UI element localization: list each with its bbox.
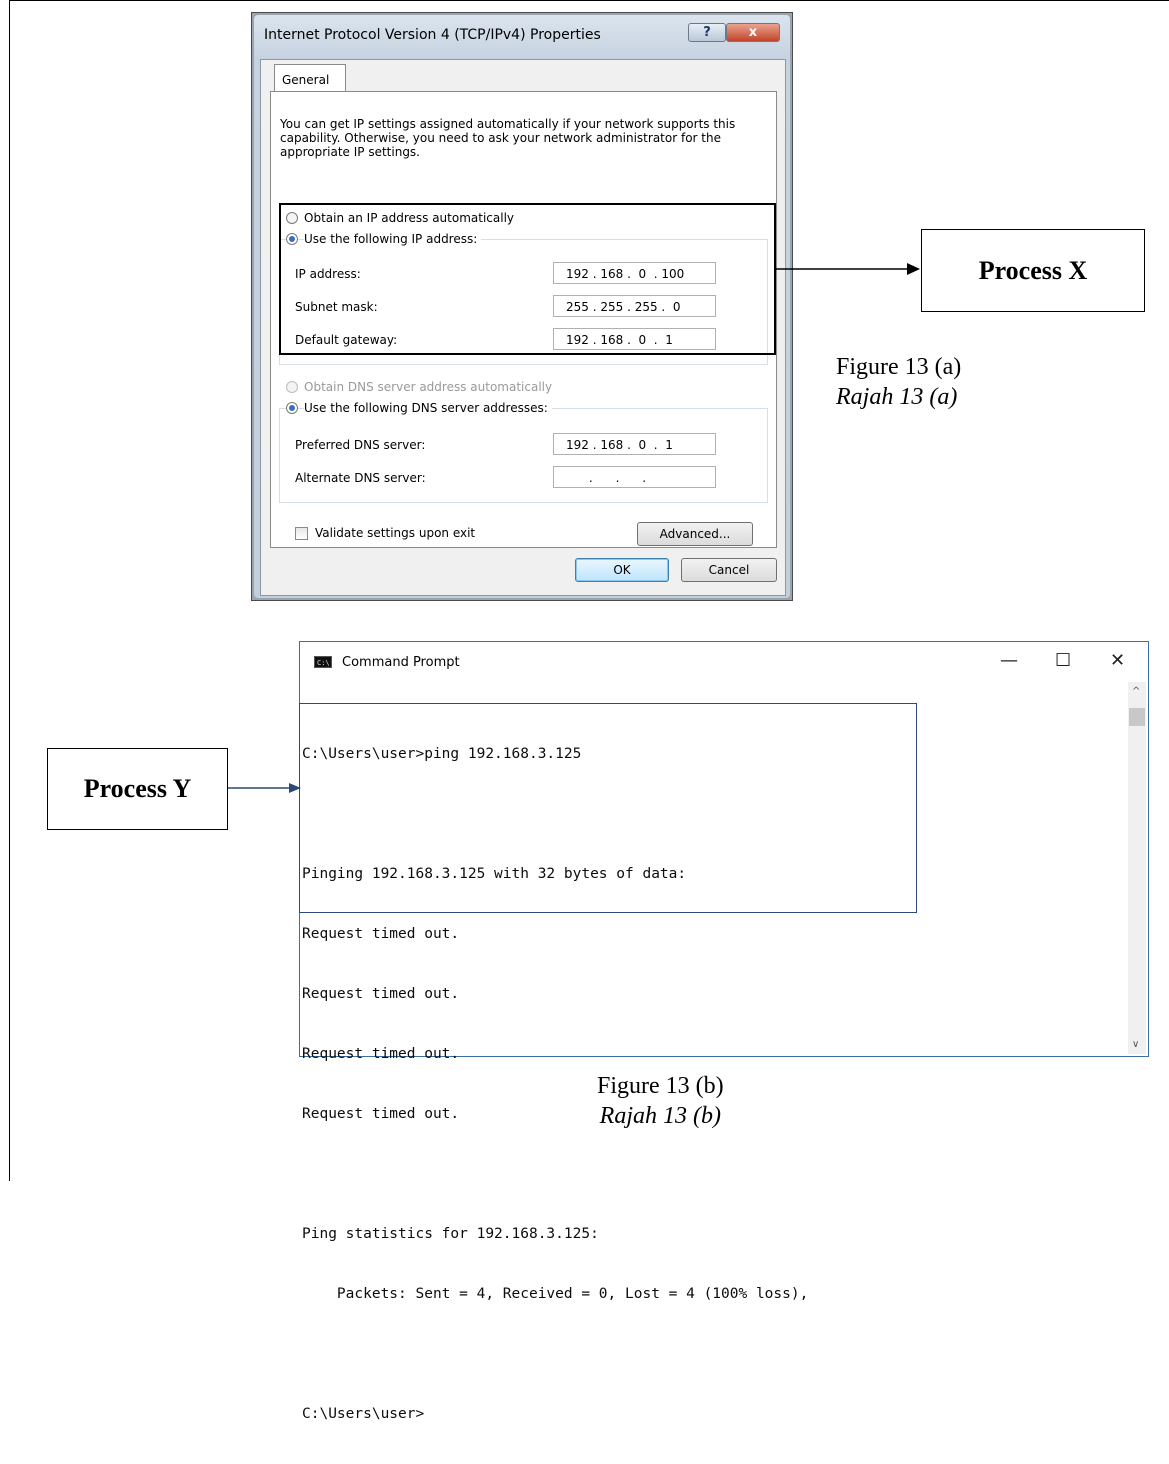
maximize-icon[interactable]: ☐ [1055,650,1071,671]
figure-a-english: Figure 13 (a) [836,354,962,380]
console-line: Packets: Sent = 4, Received = 0, Lost = … [302,1286,809,1302]
help-icon: ? [703,25,711,40]
alternate-dns-field[interactable]: . . . [553,466,716,488]
process-x-box: Process X [921,229,1145,312]
console-line: ​ [302,1344,808,1364]
process-x-arrow [776,263,920,275]
validate-label: Validate settings upon exit [315,526,476,540]
help-button[interactable]: ? [688,23,726,42]
validate-checkbox[interactable] [295,527,308,540]
preferred-dns-field[interactable]: 192 . 168 . 0 . 1 [553,433,716,455]
figure-b-caption: Figure 13 (b) Rajah 13 (b) [597,1071,724,1131]
obtain-dns-auto-radio[interactable] [286,381,298,393]
console-line: Request timed out. [302,926,460,942]
minimize-icon[interactable]: — [1000,650,1018,671]
process-x-highlight [279,203,776,355]
close-icon: x [748,25,758,40]
close-button[interactable]: x [726,23,780,42]
console-line: Request timed out. [302,986,460,1002]
description-text: You can get IP settings assigned automat… [280,117,736,159]
scroll-up-icon[interactable]: ^ [1132,686,1140,697]
scroll-down-icon[interactable]: ∨ [1132,1039,1139,1050]
console-line: C:\Users\user> [302,1406,425,1422]
preferred-dns-label: Preferred DNS server: [295,438,426,452]
console-line: ​ [302,1164,808,1184]
dialog-title: Internet Protocol Version 4 (TCP/IPv4) P… [264,27,601,43]
obtain-dns-auto-label: Obtain DNS server address automatically [304,380,553,394]
cancel-button[interactable]: Cancel [681,558,777,582]
figure-a-caption: Figure 13 (a) Rajah 13 (a) [836,352,961,412]
console-icon: C:\ [314,656,332,668]
advanced-button[interactable]: Advanced... [637,522,753,546]
use-following-dns-radio[interactable] [286,402,298,414]
process-y-arrow [228,783,301,793]
dns-group [279,408,768,503]
figure-a-malay: Rajah 13 (a) [836,384,958,410]
cmd-title: Command Prompt [342,655,460,670]
ok-button[interactable]: OK [575,558,669,582]
process-y-box: Process Y [47,748,228,830]
scroll-thumb[interactable] [1129,708,1145,726]
figure-b-english: Figure 13 (b) [597,1073,724,1099]
process-y-label: Process Y [83,774,192,803]
console-line: Request timed out. [302,1046,460,1062]
console-line: Request timed out. [302,1106,460,1122]
figure-b-malay: Rajah 13 (b) [599,1103,721,1129]
process-x-label: Process X [978,255,1088,285]
alternate-dns-label: Alternate DNS server: [295,471,426,485]
tab-general[interactable]: General [274,64,346,92]
console-line: Ping statistics for 192.168.3.125: [302,1226,599,1242]
vertical-scrollbar[interactable]: ^ ∨ [1128,682,1146,1054]
process-y-highlight [299,703,917,913]
use-following-dns-label: Use the following DNS server addresses: [304,401,552,415]
cmd-close-icon[interactable]: ✕ [1110,650,1125,671]
